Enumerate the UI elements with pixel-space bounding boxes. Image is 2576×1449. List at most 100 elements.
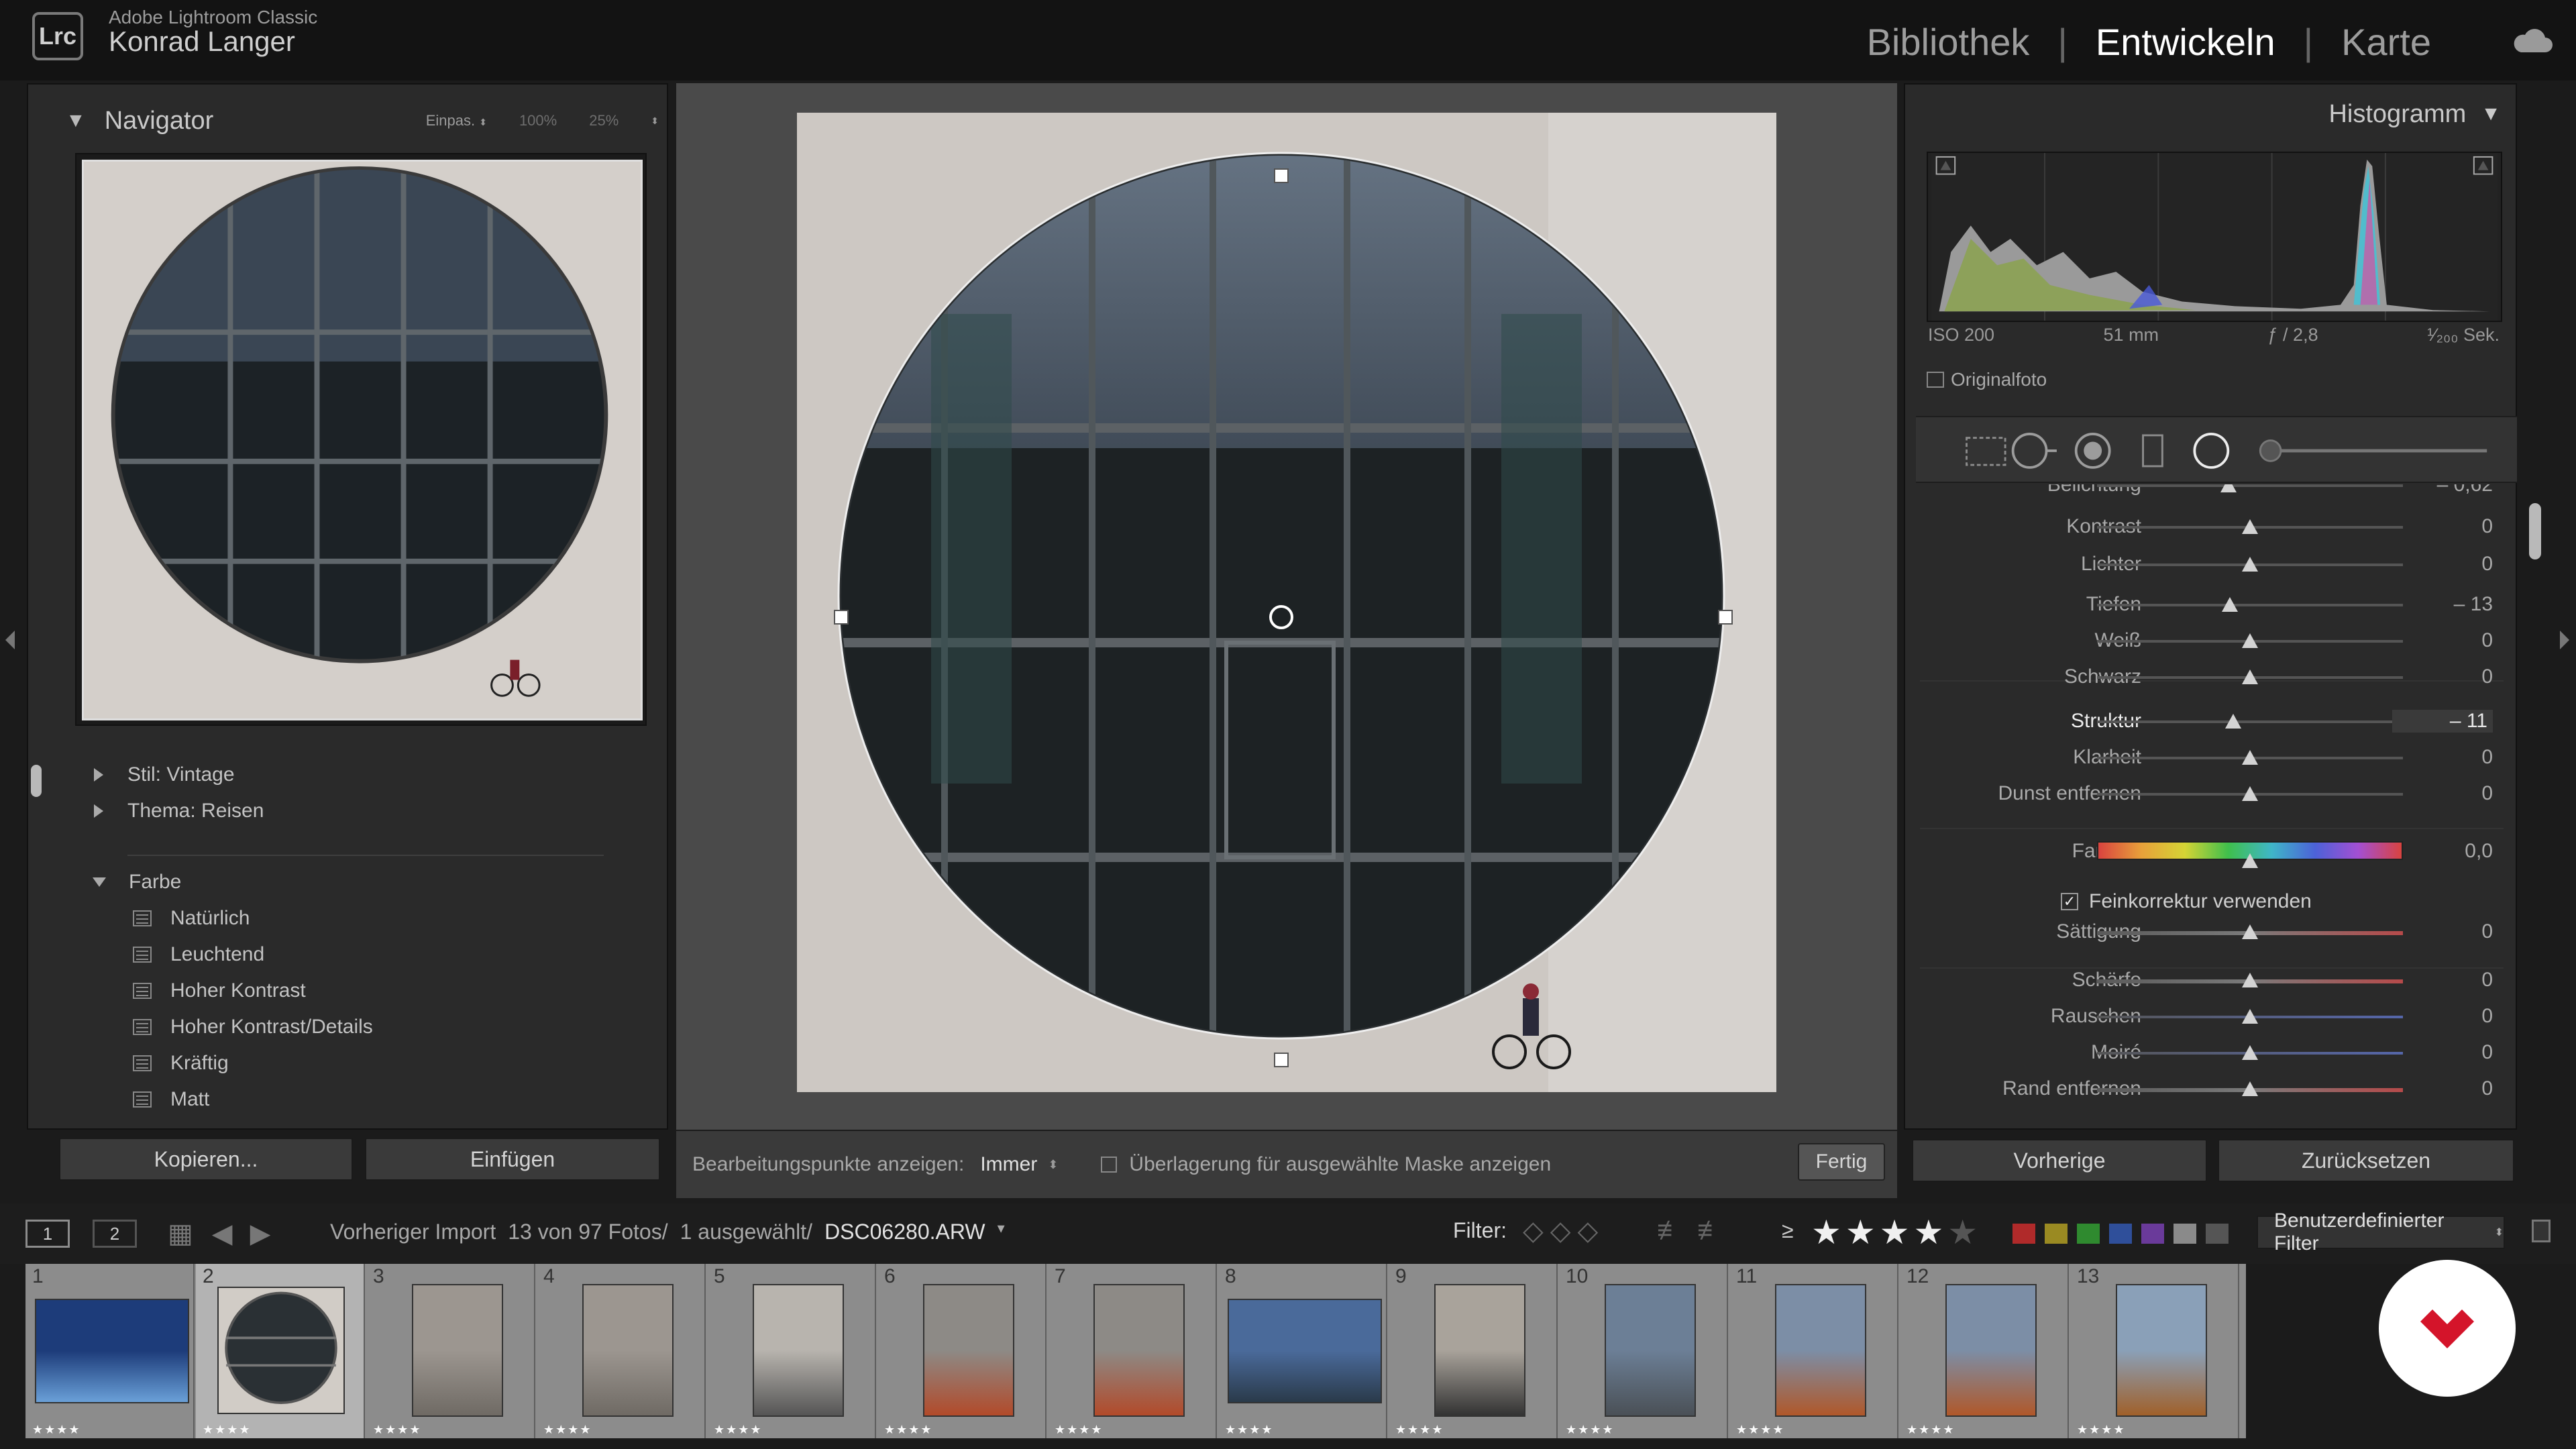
slider-value[interactable]: 0 (2392, 1041, 2493, 1064)
slider-value[interactable]: 0 (2392, 553, 2493, 576)
grid-icon[interactable]: ▦ (168, 1218, 193, 1249)
cloud-icon[interactable] (2512, 27, 2553, 54)
slider-thumb[interactable] (2242, 853, 2258, 868)
preset-item[interactable]: Leuchtend (59, 936, 663, 973)
slider-thumb[interactable] (2222, 597, 2239, 612)
slider-moir-[interactable]: Moiré 0 (1913, 1034, 2510, 1071)
photo-thumbnail[interactable] (923, 1284, 1014, 1417)
forward-arrow-icon[interactable]: ▶ (250, 1218, 271, 1249)
slider-value[interactable]: – 11 (2392, 710, 2493, 733)
filmstrip-cell[interactable]: 9 ★★★★ (1389, 1264, 1558, 1438)
photo-thumbnail[interactable] (35, 1299, 189, 1403)
module-map[interactable]: Karte (2341, 20, 2431, 64)
filmstrip-cell[interactable]: 5 ★★★★ (707, 1264, 876, 1438)
rating-filter[interactable]: ★★★★★ (1811, 1213, 1982, 1252)
slider-farbton[interactable]: Farbton0,0 (1913, 833, 2510, 869)
slider-value[interactable]: 0 (2392, 782, 2493, 805)
slider-thumb[interactable] (2220, 484, 2237, 492)
collapse-triangle-icon[interactable] (93, 877, 106, 887)
slider-lichter[interactable]: Lichter 0 (1913, 546, 2510, 582)
slider-dunst-entfernen[interactable]: Dunst entfernen 0 (1913, 775, 2510, 812)
spot-removal-icon[interactable] (2011, 433, 2057, 469)
zoom-more-icon[interactable]: ⬍ (651, 115, 659, 127)
slider-value[interactable]: 0,0 (2392, 840, 2493, 863)
flag-filter-icons[interactable]: ◇◇◇ (1523, 1216, 1605, 1246)
slider-value[interactable]: – 0,62 (2392, 484, 2493, 496)
slider-struktur[interactable]: Struktur – 11 (1913, 703, 2510, 739)
collapse-triangle-icon[interactable]: ▼ (2481, 103, 2501, 125)
slider-thumb[interactable] (2242, 669, 2258, 684)
rating-operator[interactable]: ≥ (1782, 1218, 1794, 1243)
slider-track[interactable] (2097, 484, 2403, 487)
photo-thumbnail[interactable] (217, 1287, 345, 1414)
slider-thumb[interactable] (2242, 1081, 2258, 1096)
slider-sättigung[interactable]: Sättigung0 (1913, 914, 2510, 950)
slider-rauschen[interactable]: Rauschen 0 (1913, 998, 2510, 1034)
slider-thumb[interactable] (2242, 750, 2258, 765)
color-label-swatch[interactable] (2141, 1224, 2164, 1244)
slider-rand-entfernen[interactable]: Rand entfernen 0 (1913, 1071, 2510, 1107)
filmstrip-cell[interactable]: 8 ★★★★ (1218, 1264, 1387, 1438)
color-label-swatch[interactable] (2109, 1224, 2132, 1244)
photo-thumbnail[interactable] (753, 1284, 844, 1417)
preset-item[interactable]: Hoher Kontrast (59, 973, 663, 1009)
slider-value[interactable]: 0 (2392, 515, 2493, 538)
original-photo-toggle[interactable]: Originalfoto (1927, 369, 2047, 390)
slider-thumb[interactable] (2242, 519, 2258, 534)
photo-thumbnail[interactable] (1775, 1284, 1866, 1417)
select-arrows-icon[interactable]: ⬍ (1048, 1158, 1058, 1172)
slider-value[interactable]: 0 (2392, 665, 2493, 688)
slider-thumb[interactable] (2242, 973, 2258, 987)
navigator-preview[interactable] (75, 153, 647, 726)
color-label-swatch[interactable] (2077, 1224, 2100, 1244)
filmstrip-cell[interactable]: 12 ★★★★ (1900, 1264, 2069, 1438)
photo-thumbnail[interactable] (582, 1284, 674, 1417)
navigator-thumbnail[interactable] (82, 160, 643, 720)
slider-schwarz[interactable]: Schwarz 0 (1913, 659, 2510, 695)
histogram-chart[interactable] (1927, 152, 2502, 322)
slider-thumb[interactable] (2242, 1009, 2258, 1024)
slider-value[interactable]: 0 (2392, 1077, 2493, 1100)
photo-thumbnail[interactable] (412, 1284, 503, 1417)
reset-button[interactable]: Zurücksetzen (2218, 1139, 2514, 1182)
main-photo[interactable] (797, 113, 1776, 1092)
previous-button[interactable]: Vorherige (1912, 1139, 2207, 1182)
edit-points-select[interactable]: Immer (980, 1153, 1037, 1176)
slider-value[interactable]: 0 (2392, 969, 2493, 991)
slider-thumb[interactable] (2242, 924, 2258, 939)
zoom-fit[interactable]: Einpas. ⬍ (426, 112, 487, 129)
source-label[interactable]: Vorheriger Import (330, 1220, 496, 1244)
histogram-header[interactable]: Histogramm ▼ (1912, 83, 2516, 145)
slider-thumb[interactable] (2242, 1045, 2258, 1060)
photo-thumbnail[interactable] (1093, 1284, 1185, 1417)
collapse-triangle-icon[interactable]: ▼ (66, 109, 86, 132)
filmstrip-cell[interactable]: 3 ★★★★ (366, 1264, 535, 1438)
module-library[interactable]: Bibliothek (1867, 20, 2030, 64)
slider-kontrast[interactable]: Kontrast 0 (1913, 508, 2510, 545)
radial-filter-icon[interactable] (2193, 433, 2230, 469)
photo-thumbnail[interactable] (1228, 1299, 1382, 1403)
back-arrow-icon[interactable]: ◀ (212, 1218, 233, 1249)
photo-thumbnail[interactable] (1605, 1284, 1696, 1417)
preset-item[interactable]: Matt (59, 1081, 663, 1118)
filter-lock-icon[interactable] (2532, 1220, 2551, 1242)
preset-group-vintage[interactable]: Stil: Vintage (59, 757, 663, 793)
secondary-view-button[interactable]: 2 (93, 1220, 137, 1248)
slider-value[interactable]: 0 (2392, 920, 2493, 943)
zoom-25[interactable]: 25% (589, 112, 619, 129)
slider-weiß[interactable]: Weiß 0 (1913, 623, 2510, 659)
slider-value[interactable]: 0 (2392, 746, 2493, 769)
red-eye-icon[interactable] (2074, 433, 2111, 469)
color-label-swatch[interactable] (2012, 1224, 2035, 1244)
filmstrip-cell[interactable]: 1 ★★★★ (25, 1264, 195, 1438)
preset-item[interactable]: Hoher Kontrast/Details (59, 1009, 663, 1045)
overlay-checkbox[interactable] (1101, 1157, 1118, 1173)
photo-thumbnail[interactable] (1434, 1284, 1525, 1417)
expand-triangle-icon[interactable] (94, 804, 103, 818)
navigator-header[interactable]: ▼ Navigator Einpas. ⬍ 100% 25% ⬍ (35, 90, 665, 152)
slider-track[interactable] (2097, 720, 2403, 723)
color-label-swatch[interactable] (2206, 1224, 2229, 1244)
fine-tune-toggle[interactable]: ✓ Feinkorrektur verwenden (2061, 890, 2312, 913)
preset-item[interactable]: Natürlich (59, 900, 663, 936)
right-panel-toggle-icon[interactable] (2560, 631, 2569, 649)
